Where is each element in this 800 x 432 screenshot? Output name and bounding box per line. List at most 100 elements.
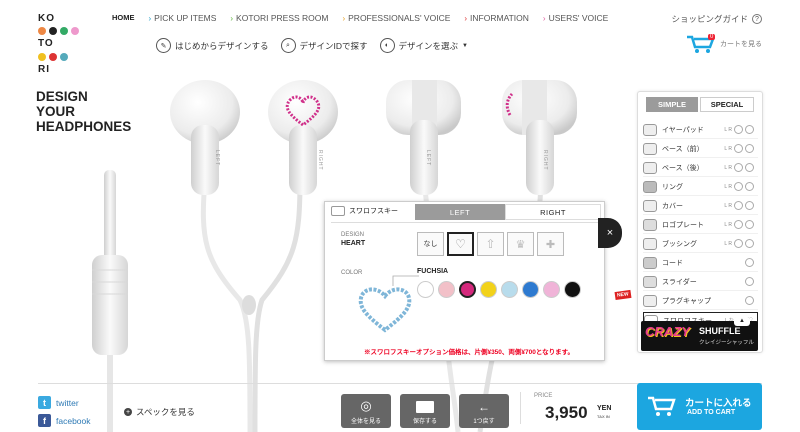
design-nav: ✎ はじめからデザインする ⌕ デザインIDで探す ◐ デザインを選ぶ ▼ [156, 38, 468, 53]
part-label: プラグキャップ [662, 298, 711, 305]
part-row[interactable]: ベース（前） L R [643, 141, 758, 158]
part-selector[interactable] [745, 277, 754, 286]
design-option-arrow[interactable]: ⇧ [477, 232, 504, 256]
right-label-side: RIGHT [542, 150, 548, 171]
logo-text-row1: KO [38, 12, 55, 24]
part-row[interactable]: プラグキャップ [643, 293, 758, 310]
part-thumbnail-icon [643, 257, 657, 269]
design-option-crown[interactable]: ♛ [507, 232, 534, 256]
part-label: ベース（後） [662, 165, 704, 172]
price-note: ※スワロフスキーオプション価格は、片側¥350、両側¥700となります。 [363, 349, 575, 356]
nav-home[interactable]: HOME [112, 13, 135, 23]
crazy-title: SHUFFLE [699, 326, 741, 336]
part-selector[interactable]: L R [724, 125, 754, 134]
cart-icon: 0 [686, 34, 716, 54]
part-row[interactable]: リング L R [643, 179, 758, 196]
design-option-none[interactable]: なし [417, 232, 444, 256]
part-selector[interactable] [745, 258, 754, 267]
part-selector[interactable] [745, 296, 754, 305]
swarovski-part-icon [331, 206, 345, 216]
close-icon: × [606, 227, 614, 239]
part-label: ベース（前） [662, 146, 704, 153]
part-thumbnail-icon [643, 276, 657, 288]
part-row[interactable]: コード [643, 255, 758, 272]
shopping-guide-link[interactable]: ショッピングガイド? [671, 13, 762, 25]
add-to-cart-en: ADD TO CART [687, 409, 736, 416]
view-spec-link[interactable]: + スペックを見る [124, 406, 195, 418]
eye-icon: ◎ [360, 398, 372, 413]
facebook-link[interactable]: f facebook [38, 414, 91, 427]
cart-count-badge: 0 [708, 34, 716, 40]
part-row[interactable]: ブッシング L R [643, 236, 758, 253]
part-label: ロゴプレート [662, 222, 704, 229]
popup-part-name: スワロフスキー [331, 206, 398, 216]
part-row[interactable]: カバー L R [643, 198, 758, 215]
color-swatch[interactable] [438, 281, 455, 298]
left-label: LEFT [214, 150, 220, 167]
part-label: コード [662, 260, 683, 267]
color-swatch[interactable] [564, 281, 581, 298]
part-thumbnail-icon [643, 181, 657, 193]
start-design-button[interactable]: ✎ はじめからデザインする [156, 38, 269, 53]
view-cart-link[interactable]: 0 カートを見る [686, 34, 762, 54]
part-selector[interactable]: L R [724, 239, 754, 248]
right-label: RIGHT [317, 150, 323, 171]
tab-special[interactable]: SPECIAL [700, 97, 754, 112]
nav-pickup[interactable]: › PICK UP ITEMS [149, 13, 217, 23]
nav-professionals[interactable]: › PROFESSIONALS' VOICE [342, 13, 450, 23]
part-row[interactable]: ベース（後） L R [643, 160, 758, 177]
arrow-left-icon: ← [478, 400, 490, 414]
part-selector[interactable]: L R [724, 182, 754, 191]
part-selector[interactable]: L R [724, 163, 754, 172]
color-swatch[interactable] [522, 281, 539, 298]
add-to-cart-label: カートに入れる [685, 398, 752, 409]
part-label: ブッシング [662, 241, 697, 248]
top-nav: HOME › PICK UP ITEMS › KOTORI PRESS ROOM ›… [112, 13, 608, 23]
collapse-arrow-icon[interactable]: ▲ [734, 317, 750, 326]
crown-icon: ♛ [515, 238, 526, 251]
part-selector[interactable]: L R [724, 201, 754, 210]
part-thumbnail-icon [643, 162, 657, 174]
part-thumbnail-icon [643, 124, 657, 136]
save-button[interactable]: 保存する [400, 394, 450, 428]
kotori-logo[interactable]: KO TO RI [38, 12, 90, 75]
color-swatch[interactable] [417, 281, 434, 298]
color-swatch[interactable] [543, 281, 560, 298]
part-label: カバー [662, 203, 683, 210]
add-to-cart-button[interactable]: カートに入れる ADD TO CART [637, 383, 762, 430]
choose-design-dropdown[interactable]: ◐ デザインを選ぶ ▼ [379, 38, 468, 53]
part-label: リング [662, 184, 683, 191]
part-row[interactable]: イヤーパッド L R [643, 122, 758, 139]
part-selector[interactable]: L R [724, 220, 754, 229]
logo-text-row2: TO [38, 37, 54, 49]
nav-press[interactable]: › KOTORI PRESS ROOM [230, 13, 328, 23]
part-thumbnail-icon [643, 238, 657, 250]
part-row[interactable]: スライダー [643, 274, 758, 291]
crazy-subtitle: クレイジーシャッフル [699, 340, 754, 346]
tab-simple[interactable]: SIMPLE [646, 97, 698, 112]
design-option-cross[interactable]: ✚ [537, 232, 564, 256]
color-swatch[interactable] [480, 281, 497, 298]
left-label-side: LEFT [425, 150, 431, 167]
search-by-id-button[interactable]: ⌕ デザインIDで探す [280, 38, 368, 53]
swarovski-option-panel: スワロフスキー LEFT RIGHT DESIGN HEART なし ♡ ⇧ ♛… [324, 201, 605, 361]
part-selector[interactable]: L R [724, 144, 754, 153]
crazy-brand: CRAZY [645, 324, 690, 339]
undo-button[interactable]: ← 1つ戻す [459, 394, 509, 428]
part-row[interactable]: ロゴプレート L R [643, 217, 758, 234]
color-swatch[interactable] [501, 281, 518, 298]
view-all-button[interactable]: ◎ 全体を見る [341, 394, 391, 428]
heart-preview [358, 287, 412, 333]
nav-information[interactable]: › INFORMATION [464, 13, 529, 23]
design-start-icon: ✎ [156, 38, 171, 53]
part-thumbnail-icon [643, 143, 657, 155]
nav-users-voice[interactable]: › USERS' VOICE [543, 13, 608, 23]
twitter-link[interactable]: t twitter [38, 396, 79, 409]
tab-left[interactable]: LEFT [415, 204, 505, 220]
tab-right[interactable]: RIGHT [505, 204, 601, 220]
design-value: HEART [341, 240, 366, 247]
design-option-heart[interactable]: ♡ [447, 232, 474, 256]
heart-icon: ♡ [455, 237, 466, 251]
chevron-down-icon: ▼ [462, 42, 468, 49]
color-swatch[interactable] [459, 281, 476, 298]
